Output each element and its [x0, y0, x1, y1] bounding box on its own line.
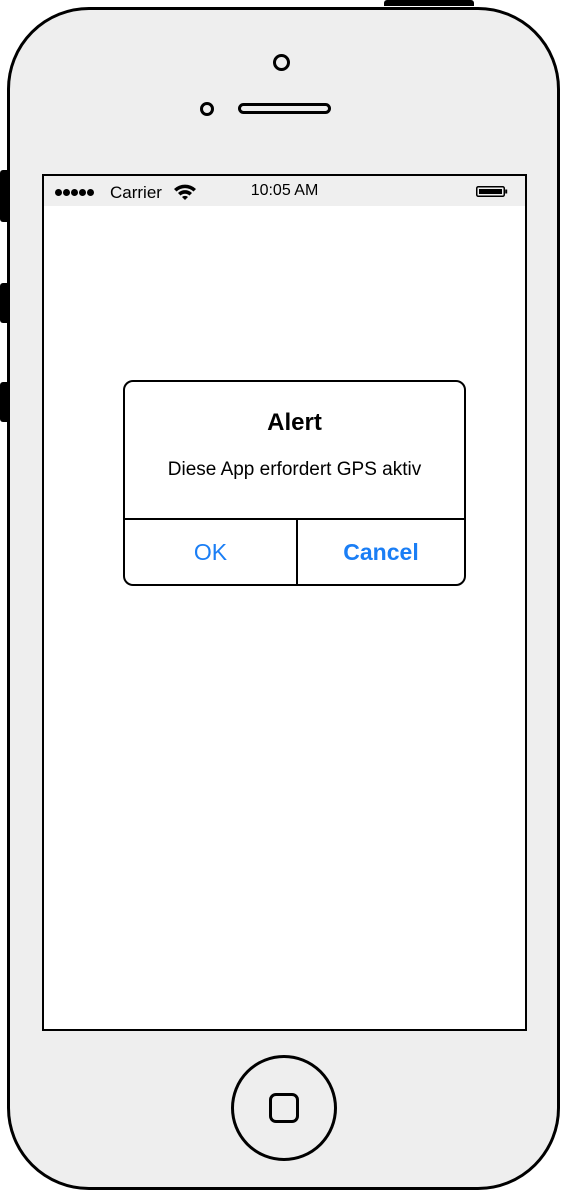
signal-dots-icon [55, 189, 94, 196]
alert-dialog: Alert Diese App erfordert GPS aktiv OK C… [123, 380, 466, 586]
phone-screen: Carrier 10:05 AM Alert Diese App erforde… [42, 174, 527, 1031]
battery-icon [476, 186, 508, 197]
carrier-label: Carrier [110, 183, 162, 202]
alert-message: Diese App erfordert GPS aktiv [167, 459, 422, 480]
ok-button[interactable]: OK [125, 520, 296, 584]
alert-title: Alert [267, 409, 322, 436]
front-camera-icon [273, 54, 290, 71]
status-bar: Carrier 10:05 AM [44, 176, 525, 206]
earpiece-speaker-icon [238, 103, 331, 114]
home-square-icon [269, 1093, 299, 1123]
cancel-button[interactable]: Cancel [298, 520, 464, 584]
home-button[interactable] [231, 1055, 337, 1161]
proximity-sensor-icon [200, 102, 214, 116]
mute-switch[interactable] [0, 170, 7, 222]
volume-up-button[interactable] [0, 283, 7, 323]
power-button[interactable] [384, 0, 474, 6]
wifi-icon [174, 184, 196, 200]
volume-down-button[interactable] [0, 382, 7, 422]
